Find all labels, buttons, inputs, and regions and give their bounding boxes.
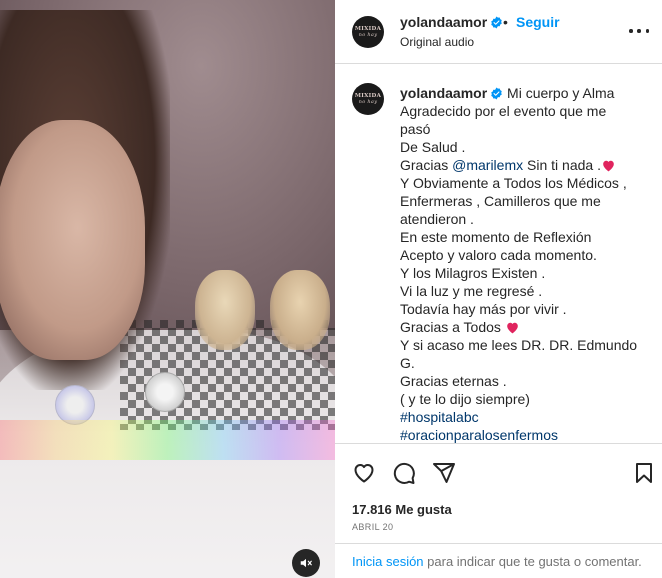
login-prompt-text: para indicar que te gusta o comentar. [423,554,642,569]
caption-line: Sin ti nada . [523,157,601,173]
verified-badge-icon [491,16,502,29]
caption-line: ( y te lo dijo siempre) [400,391,530,407]
caption-line: En este momento de Reflexión [400,229,592,245]
follow-button[interactable]: Seguir [516,14,560,30]
video-background-person-reflection [270,270,330,350]
post-sidebar: MIXIDA no hay yolandaamor • Seguir Origin… [335,0,662,578]
mute-button[interactable] [292,549,320,577]
caption-line: Gracias a Todos [400,319,501,335]
hashtag-link[interactable]: #hospitalabc [400,408,640,426]
red-heart-emoji-icon [506,322,518,334]
post-date: ABRIL 20 [352,522,394,532]
caption-line: Agradecido por el evento que me pasó [400,103,607,137]
muted-speaker-icon [300,558,312,568]
heart-icon[interactable] [352,461,376,485]
avatar-logo-script: no hay [358,32,378,38]
caption-line: De Salud . [400,139,466,155]
hashtag-link[interactable]: #oracionparalosenfermos [400,426,640,443]
caption-line: Y los Milagros Existen . [400,265,546,281]
avatar[interactable]: MIXIDA no hay [352,16,384,48]
caption-line: Mi cuerpo y Alma [507,85,615,101]
audio-label[interactable]: Original audio [400,35,474,49]
share-icon[interactable] [432,461,456,485]
video-sticker [145,372,185,412]
video-background-person [195,270,255,350]
header-username[interactable]: yolandaamor [400,14,503,30]
verified-badge-icon [491,87,502,100]
header-username-text[interactable]: yolandaamor [400,14,487,30]
caption-line: Y si acaso me lees DR. DR. Edmundo G. [400,337,638,371]
video-rainbow-filter [0,420,335,460]
mention-link[interactable]: @marilemx [452,157,523,173]
caption-line: Gracias eternas . [400,373,507,389]
caption-line: Acepto y valoro cada momento. [400,247,597,263]
like-count[interactable]: 17.816 Me gusta [352,502,452,517]
more-options-icon[interactable] [629,24,649,38]
video-sticker [55,385,95,425]
bookmark-icon[interactable] [632,461,656,485]
caption-avatar[interactable]: MIXIDA no hay [352,83,384,115]
caption-line: Vi la luz y me regresé . [400,283,543,299]
avatar-logo-script: no hay [358,99,378,105]
caption-line: Todavía hay más por vivir . [400,301,567,317]
comment-icon[interactable] [392,461,416,485]
login-prompt: Inicia sesión para indicar que te gusta … [335,543,662,578]
caption-username[interactable]: yolandaamor [400,85,487,101]
caption-text: yolandaamor Mi cuerpo y Alma Agradecido … [400,84,640,443]
login-link[interactable]: Inicia sesión [352,554,424,569]
separator-dot: • [503,14,508,30]
red-heart-emoji-icon [603,160,614,172]
post-header: MIXIDA no hay yolandaamor • Seguir Origin… [335,0,662,64]
caption-area: MIXIDA no hay yolandaamor Mi cuerpo y Alm… [335,65,662,443]
caption-line: Y Obviamente a Todos los Médicos , Enfer… [400,175,627,227]
post-video[interactable] [0,0,335,578]
video-face [0,120,145,360]
caption-line: Gracias [400,157,449,173]
